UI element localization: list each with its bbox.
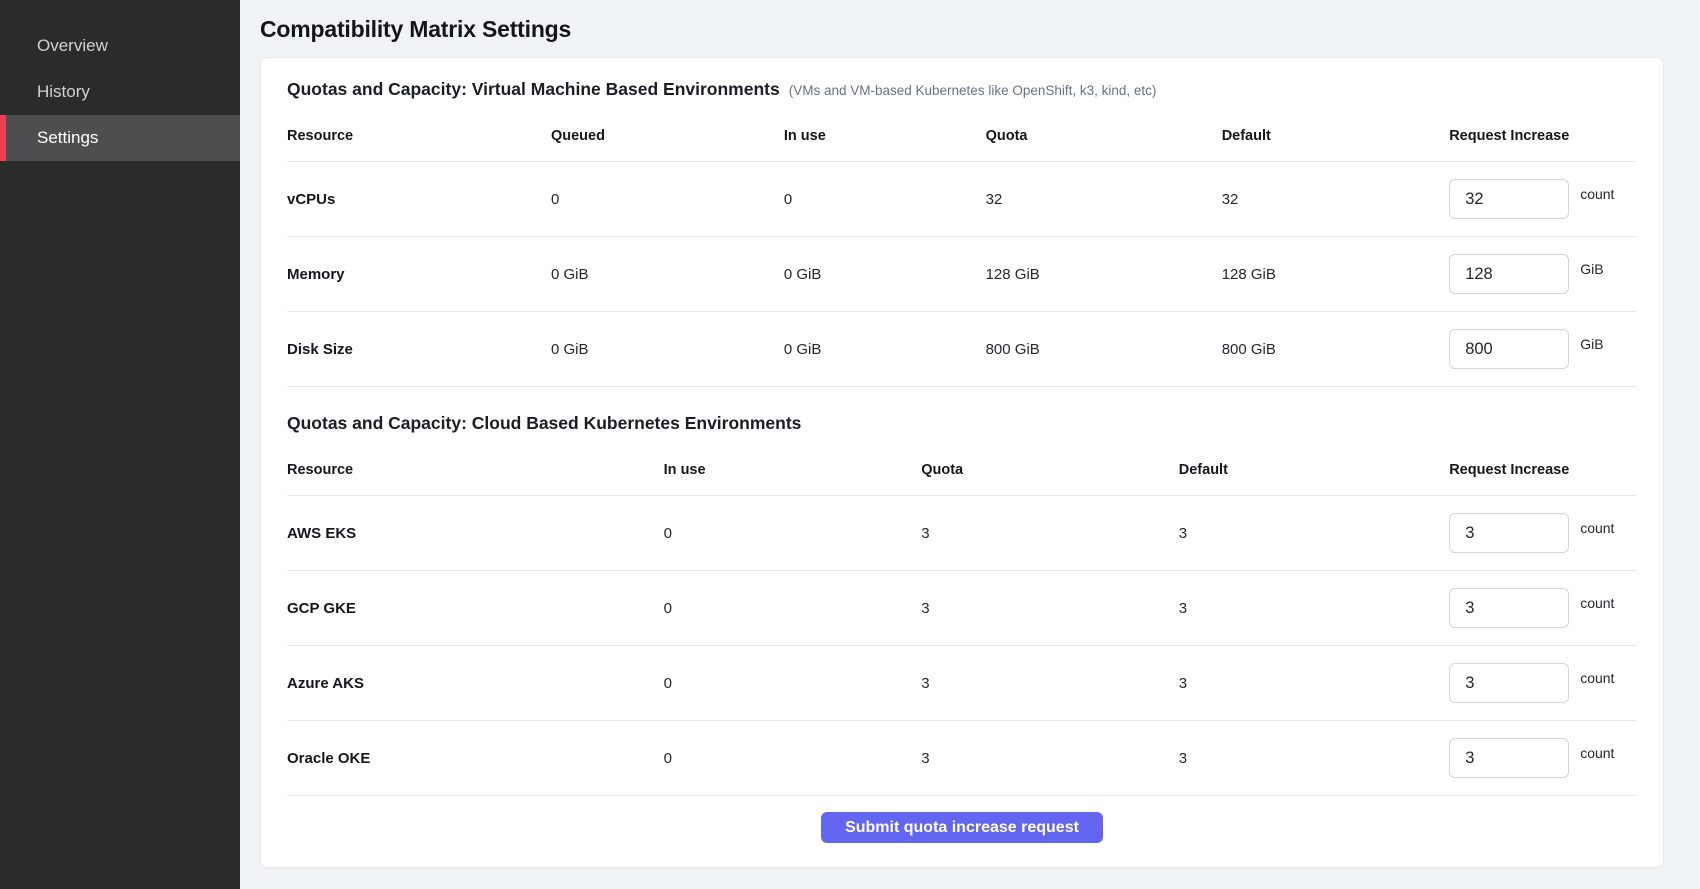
sidebar-item-label: History [37,82,90,102]
queued-value: 0 GiB [551,341,784,358]
default-value: 3 [1179,675,1449,692]
default-value: 32 [1222,191,1450,208]
unit-label: GiB [1580,336,1603,352]
request-increase-input[interactable] [1449,738,1569,778]
resource-name: vCPUs [287,191,551,208]
quota-value: 32 [986,191,1222,208]
column-header-in-use: In use [664,462,922,478]
sidebar: Overview History Settings [0,0,240,889]
card-footer: Submit quota increase request [287,796,1637,847]
vm-quota-table: Resource Queued In use Quota Default Req… [287,114,1637,387]
request-increase-cell: count [1449,588,1637,628]
request-increase-cell: count [1449,738,1637,778]
table-row: vCPUs 0 0 32 32 count [287,162,1637,237]
sidebar-item-label: Settings [37,128,98,148]
resource-name: Oracle OKE [287,750,664,767]
unit-label: count [1580,745,1614,761]
request-increase-input[interactable] [1449,588,1569,628]
request-increase-cell: count [1449,179,1637,219]
in-use-value: 0 [784,191,986,208]
unit-label: count [1580,186,1614,202]
cloud-table-header: Resource In use Quota Default Request In… [287,448,1637,496]
column-header-resource: Resource [287,462,664,478]
page-title: Compatibility Matrix Settings [260,16,1664,43]
column-header-queued: Queued [551,128,784,144]
sidebar-item-history[interactable]: History [0,69,240,115]
quota-value: 128 GiB [986,266,1222,283]
column-header-in-use: In use [784,128,986,144]
queued-value: 0 [551,191,784,208]
request-increase-cell: count [1449,663,1637,703]
vm-section-subtitle: (VMs and VM-based Kubernetes like OpenSh… [789,83,1157,98]
in-use-value: 0 GiB [784,266,986,283]
table-row: Memory 0 GiB 0 GiB 128 GiB 128 GiB GiB [287,237,1637,312]
unit-label: GiB [1580,261,1603,277]
in-use-value: 0 [664,750,922,767]
quota-value: 3 [921,750,1179,767]
request-increase-cell: GiB [1449,329,1637,369]
table-row: GCP GKE 0 3 3 count [287,571,1637,646]
unit-label: count [1580,520,1614,536]
in-use-value: 0 [664,600,922,617]
request-increase-input[interactable] [1449,663,1569,703]
sidebar-item-label: Overview [37,36,108,56]
column-header-quota: Quota [986,128,1222,144]
resource-name: Disk Size [287,341,551,358]
resource-name: AWS EKS [287,525,664,542]
sidebar-item-overview[interactable]: Overview [0,23,240,69]
table-row: Oracle OKE 0 3 3 count [287,721,1637,796]
queued-value: 0 GiB [551,266,784,283]
default-value: 3 [1179,525,1449,542]
quota-value: 3 [921,675,1179,692]
unit-label: count [1580,670,1614,686]
column-header-default: Default [1179,462,1449,478]
in-use-value: 0 [664,675,922,692]
request-increase-cell: count [1449,513,1637,553]
default-value: 3 [1179,750,1449,767]
request-increase-input[interactable] [1449,513,1569,553]
in-use-value: 0 [664,525,922,542]
resource-name: GCP GKE [287,600,664,617]
submit-quota-increase-button[interactable]: Submit quota increase request [821,812,1103,843]
resource-name: Azure AKS [287,675,664,692]
quota-value: 3 [921,525,1179,542]
table-row: AWS EKS 0 3 3 count [287,496,1637,571]
vm-section-title: Quotas and Capacity: Virtual Machine Bas… [287,79,780,100]
main-content: Compatibility Matrix Settings Quotas and… [240,0,1700,889]
quota-value: 3 [921,600,1179,617]
default-value: 128 GiB [1222,266,1450,283]
column-header-default: Default [1222,128,1450,144]
request-increase-input[interactable] [1449,329,1569,369]
table-row: Disk Size 0 GiB 0 GiB 800 GiB 800 GiB Gi… [287,312,1637,387]
request-increase-input[interactable] [1449,254,1569,294]
cloud-section-heading: Quotas and Capacity: Cloud Based Kuberne… [287,413,1637,434]
column-header-resource: Resource [287,128,551,144]
default-value: 3 [1179,600,1449,617]
in-use-value: 0 GiB [784,341,986,358]
vm-table-header: Resource Queued In use Quota Default Req… [287,114,1637,162]
vm-section-heading: Quotas and Capacity: Virtual Machine Bas… [287,79,1637,100]
resource-name: Memory [287,266,551,283]
quota-value: 800 GiB [986,341,1222,358]
request-increase-cell: GiB [1449,254,1637,294]
table-row: Azure AKS 0 3 3 count [287,646,1637,721]
request-increase-input[interactable] [1449,179,1569,219]
default-value: 800 GiB [1222,341,1450,358]
column-header-quota: Quota [921,462,1179,478]
cloud-quota-table: Resource In use Quota Default Request In… [287,448,1637,796]
quota-settings-card: Quotas and Capacity: Virtual Machine Bas… [260,57,1664,868]
column-header-request-increase: Request Increase [1449,462,1637,478]
cloud-section-title: Quotas and Capacity: Cloud Based Kuberne… [287,413,801,434]
column-header-request-increase: Request Increase [1449,128,1637,144]
unit-label: count [1580,595,1614,611]
sidebar-item-settings[interactable]: Settings [0,115,240,161]
